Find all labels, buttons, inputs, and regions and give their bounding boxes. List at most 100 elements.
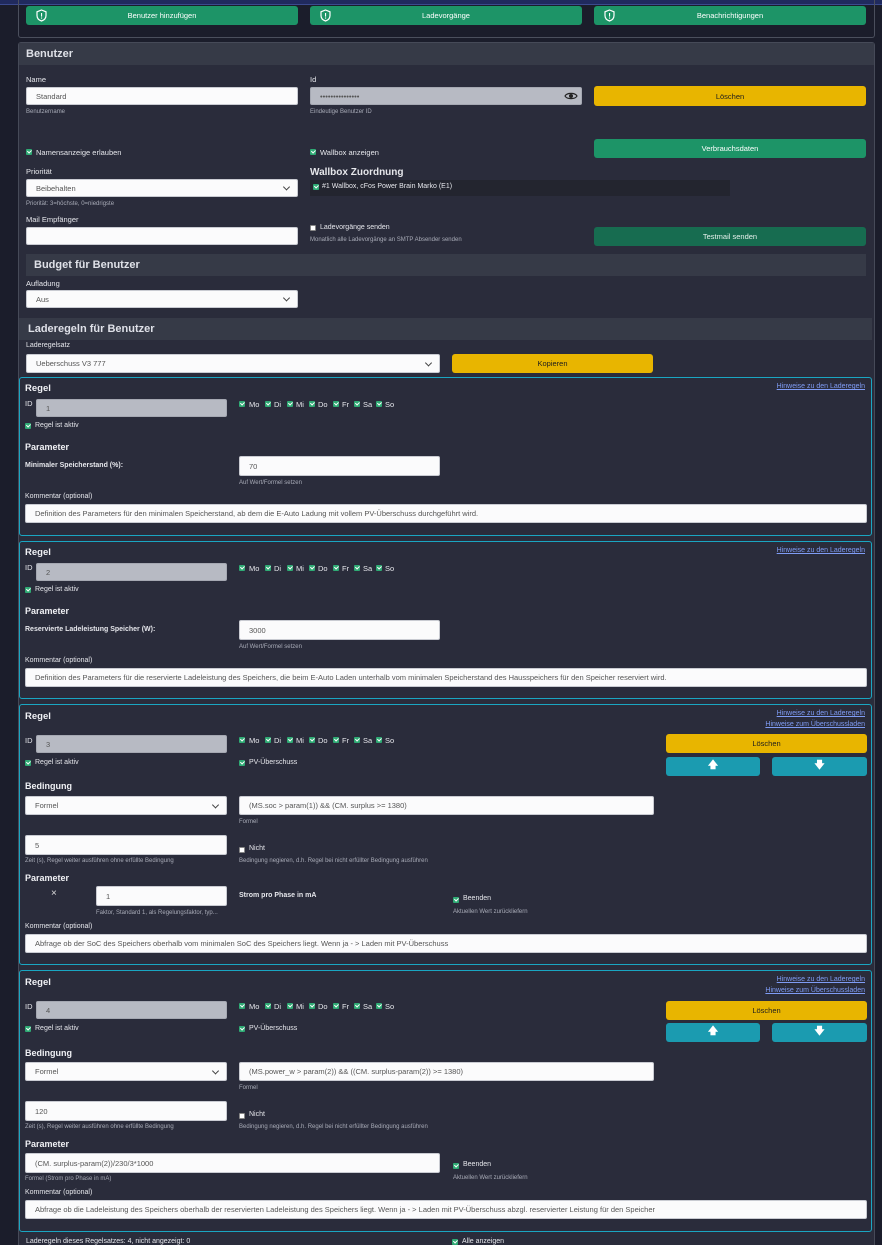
comment-input[interactable]: Abfrage ob der SoC des Speichers oberhal… bbox=[25, 934, 867, 953]
weekday-checkbox[interactable] bbox=[333, 401, 339, 407]
weekday-checkbox[interactable] bbox=[354, 565, 360, 571]
wallbox-checkbox[interactable] bbox=[313, 184, 319, 190]
weekday-checkbox[interactable] bbox=[287, 401, 293, 407]
weekday-checkbox[interactable] bbox=[333, 565, 339, 571]
surplus-hint-link[interactable]: Hinweise zum Überschussladen bbox=[765, 987, 865, 994]
negate-checkbox[interactable] bbox=[239, 847, 245, 853]
name-input[interactable]: Standard bbox=[26, 87, 298, 105]
rule-active-checkbox[interactable] bbox=[25, 760, 31, 766]
param-value-input[interactable]: 3000 bbox=[239, 620, 440, 640]
weekday-checkbox[interactable] bbox=[309, 1003, 315, 1009]
weekday-checkbox[interactable] bbox=[354, 737, 360, 743]
arrow-up-icon: 🡅 bbox=[707, 760, 719, 771]
weekday-checkbox[interactable] bbox=[287, 1003, 293, 1009]
arrow-up-icon: 🡅 bbox=[707, 1026, 719, 1037]
rule-active-checkbox[interactable] bbox=[25, 587, 31, 593]
weekday-checkbox[interactable] bbox=[354, 401, 360, 407]
delete-rule-button[interactable]: Löschen bbox=[666, 1001, 867, 1020]
weekday-checkbox[interactable] bbox=[265, 401, 271, 407]
weekday-label: Do bbox=[318, 736, 328, 745]
weekday-checkbox[interactable] bbox=[354, 1003, 360, 1009]
param-formula-input[interactable]: (CM. surplus-param(2))/230/3*1000 bbox=[25, 1153, 440, 1173]
rules-hint-link[interactable]: Hinweise zu den Laderegeln bbox=[777, 547, 865, 554]
comment-input[interactable]: Definition des Parameters für die reserv… bbox=[25, 668, 867, 687]
eye-icon[interactable] bbox=[564, 90, 578, 102]
charges-button[interactable]: Ladevorgänge bbox=[310, 6, 582, 25]
mail-input[interactable] bbox=[26, 227, 298, 245]
charge-label: Aufladung bbox=[26, 279, 60, 288]
formula-input[interactable]: (MS.soc > param(1)) && (CM. surplus >= 1… bbox=[239, 796, 654, 815]
charge-select[interactable]: Aus bbox=[26, 290, 298, 308]
weekday-label: So bbox=[385, 736, 395, 745]
time-input[interactable]: 5 bbox=[25, 835, 227, 855]
weekday-checkbox[interactable] bbox=[287, 737, 293, 743]
rule-active-checkbox[interactable] bbox=[25, 1026, 31, 1032]
ruleset-select[interactable]: Ueberschuss V3 777 bbox=[26, 354, 440, 373]
id-value: ••••••••••••••• bbox=[320, 91, 360, 101]
weekday-label: Di bbox=[274, 1002, 282, 1011]
move-up-button[interactable]: 🡅 bbox=[666, 757, 760, 776]
rules-hint-link[interactable]: Hinweise zu den Laderegeln bbox=[777, 710, 865, 717]
rules-hint-link[interactable]: Hinweise zu den Laderegeln bbox=[777, 383, 865, 390]
weekday-label: Do bbox=[318, 400, 328, 409]
pv-surplus-checkbox[interactable] bbox=[239, 1026, 245, 1032]
weekday-checkbox[interactable] bbox=[239, 565, 245, 571]
weekday-checkbox[interactable] bbox=[239, 401, 245, 407]
weekday-checkbox[interactable] bbox=[265, 737, 271, 743]
name-label: Name bbox=[26, 75, 47, 84]
negate-label: Nicht bbox=[249, 845, 265, 852]
weekday-checkbox[interactable] bbox=[265, 565, 271, 571]
condition-type-select[interactable]: Formel bbox=[25, 1062, 227, 1081]
param-value-input[interactable]: 70 bbox=[239, 456, 440, 476]
show-name-checkbox[interactable] bbox=[26, 149, 32, 155]
id-label: Id bbox=[310, 75, 317, 84]
end-checkbox[interactable] bbox=[453, 897, 459, 903]
move-down-button[interactable]: 🡇 bbox=[772, 757, 867, 776]
weekday-checkbox[interactable] bbox=[376, 565, 382, 571]
weekday-checkbox[interactable] bbox=[309, 737, 315, 743]
send-charges-checkbox[interactable] bbox=[310, 225, 316, 231]
weekday-checkbox[interactable] bbox=[265, 1003, 271, 1009]
weekday-checkbox[interactable] bbox=[376, 401, 382, 407]
weekday-checkbox[interactable] bbox=[333, 737, 339, 743]
end-checkbox[interactable] bbox=[453, 1163, 459, 1169]
formula-input[interactable]: (MS.power_w > param(2)) && ((CM. surplus… bbox=[239, 1062, 654, 1081]
time-input[interactable]: 120 bbox=[25, 1101, 227, 1121]
testmail-button[interactable]: Testmail senden bbox=[594, 227, 866, 246]
weekday-checkbox[interactable] bbox=[333, 1003, 339, 1009]
factor-input[interactable]: 1 bbox=[96, 886, 227, 906]
params-title: Parameter bbox=[25, 1139, 70, 1149]
wallbox-item-label: #1 Wallbox, cFos Power Brain Marko (E1) bbox=[322, 183, 453, 190]
weekday-checkbox[interactable] bbox=[239, 737, 245, 743]
copy-ruleset-button[interactable]: Kopieren bbox=[452, 354, 653, 373]
pv-surplus-checkbox[interactable] bbox=[239, 760, 245, 766]
negate-checkbox[interactable] bbox=[239, 1113, 245, 1119]
show-wallbox-checkbox[interactable] bbox=[310, 149, 316, 155]
consumption-button[interactable]: Verbrauchsdaten bbox=[594, 139, 866, 158]
move-down-button[interactable]: 🡇 bbox=[772, 1023, 867, 1042]
move-up-button[interactable]: 🡅 bbox=[666, 1023, 760, 1042]
rule-active-checkbox[interactable] bbox=[25, 423, 31, 429]
weekday-checkbox[interactable] bbox=[376, 737, 382, 743]
delete-user-button[interactable]: Löschen bbox=[594, 86, 866, 106]
rules-hint-link[interactable]: Hinweise zu den Laderegeln bbox=[777, 976, 865, 983]
weekday-checkbox[interactable] bbox=[376, 1003, 382, 1009]
comment-input[interactable]: Definition des Parameters für den minima… bbox=[25, 504, 867, 523]
notifications-button[interactable]: Benachrichtigungen bbox=[594, 6, 866, 25]
weekday-label: Sa bbox=[363, 1002, 373, 1011]
arrow-down-icon: 🡇 bbox=[814, 760, 825, 771]
weekday-checkbox[interactable] bbox=[239, 1003, 245, 1009]
pv-surplus-label: PV-Überschuss bbox=[249, 1025, 298, 1032]
show-all-checkbox[interactable] bbox=[452, 1239, 458, 1245]
weekday-checkbox[interactable] bbox=[309, 565, 315, 571]
condition-type-select[interactable]: Formel bbox=[25, 796, 227, 815]
section-title-budget: Budget für Benutzer bbox=[26, 254, 866, 276]
weekday-checkbox[interactable] bbox=[287, 565, 293, 571]
weekday-label: Mo bbox=[249, 564, 260, 573]
delete-rule-button[interactable]: Löschen bbox=[666, 734, 867, 753]
weekday-checkbox[interactable] bbox=[309, 401, 315, 407]
add-user-button[interactable]: Benutzer hinzufügen bbox=[26, 6, 298, 25]
priority-select[interactable]: Beibehalten bbox=[26, 179, 298, 197]
surplus-hint-link[interactable]: Hinweise zum Überschussladen bbox=[765, 721, 865, 728]
comment-input[interactable]: Abfrage ob die Ladeleistung des Speicher… bbox=[25, 1200, 867, 1219]
